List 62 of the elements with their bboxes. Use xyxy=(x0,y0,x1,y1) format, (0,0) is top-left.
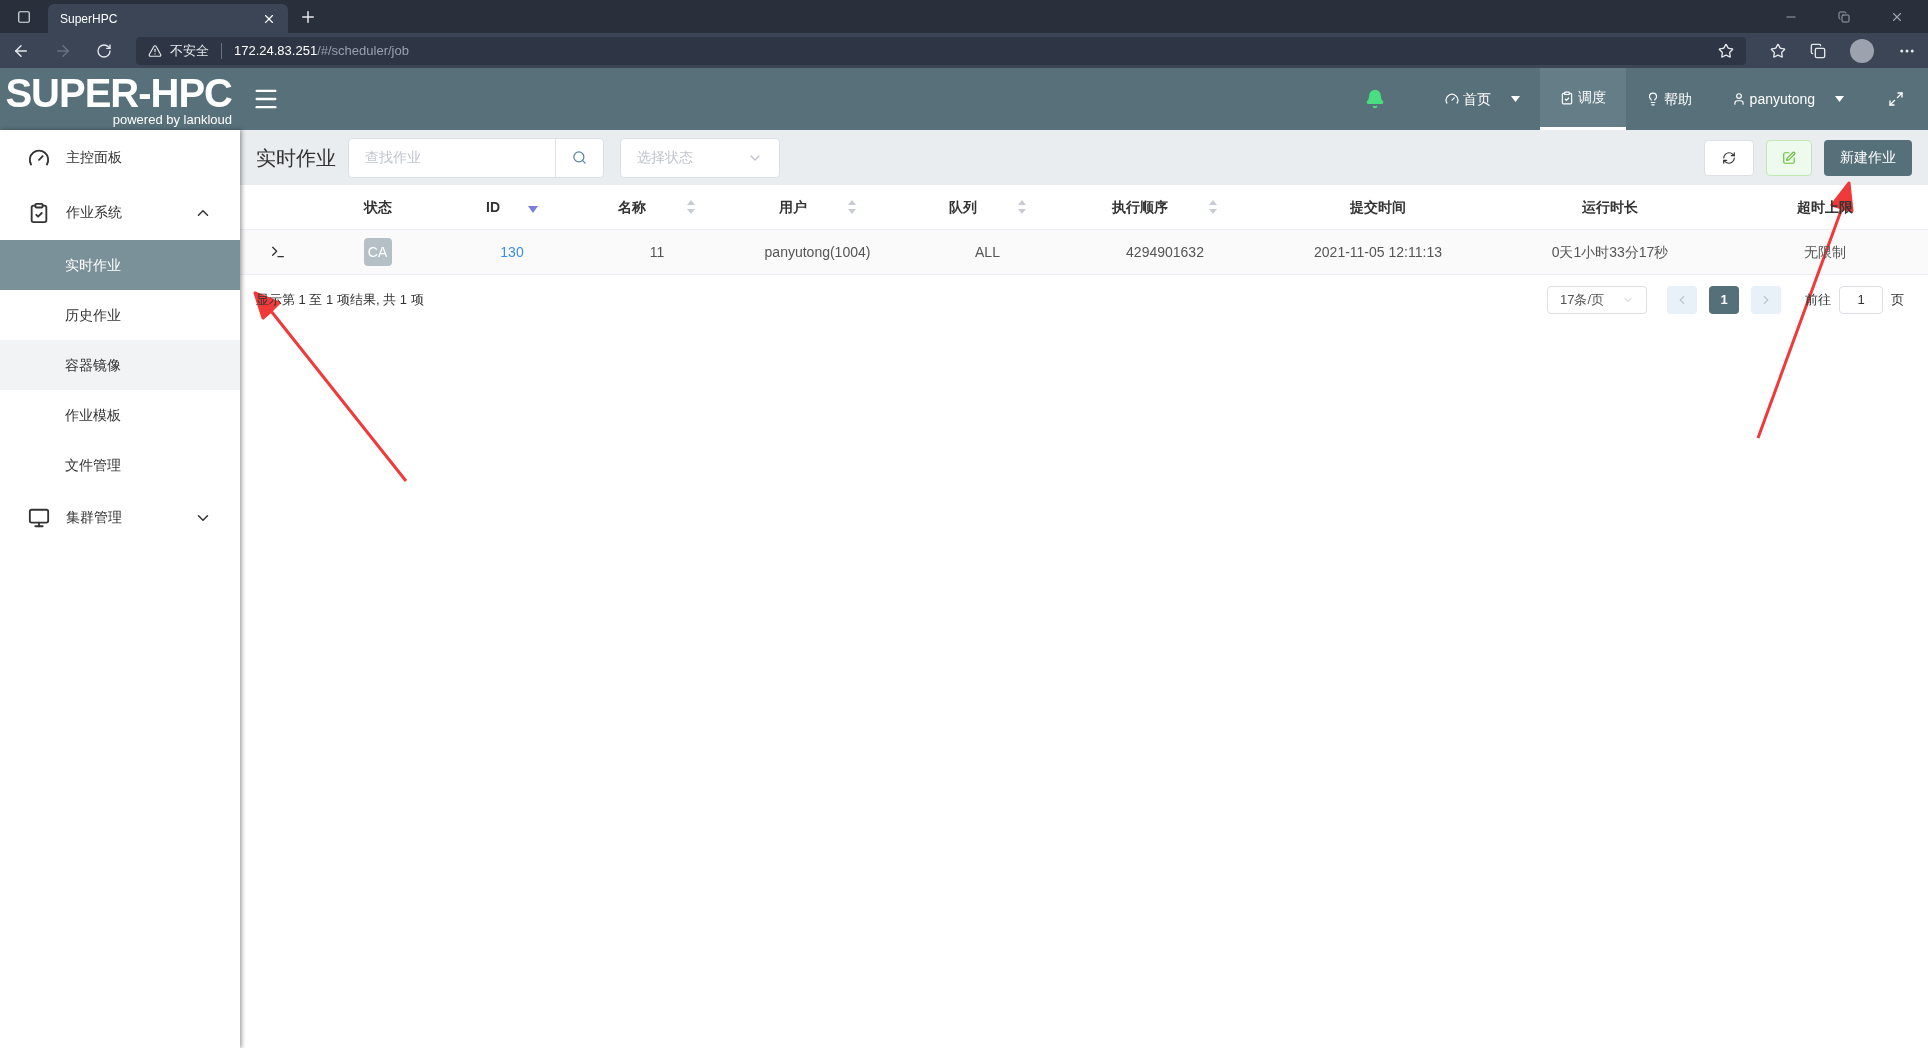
page-button[interactable]: 1 xyxy=(1709,286,1739,314)
nav-item[interactable]: panyutong xyxy=(1711,68,1864,130)
table-cell-text: 11 xyxy=(649,242,665,262)
sidebar-item[interactable]: 集群管理 xyxy=(0,490,240,545)
edit-icon xyxy=(1782,150,1796,165)
nav-item[interactable]: 调度 xyxy=(1539,68,1626,130)
security-label: 不安全 xyxy=(170,41,209,60)
nav-item[interactable]: 帮助 xyxy=(1625,68,1712,130)
refresh-icon xyxy=(1722,150,1736,165)
logo-subtitle: powered by lankloud xyxy=(112,112,232,126)
terminal-icon[interactable] xyxy=(269,244,286,260)
table-cell-text: 4294901632 xyxy=(1126,242,1204,262)
cluster-icon xyxy=(28,506,50,529)
table-cell-text: ALL xyxy=(975,242,1000,262)
column-header: 名称 xyxy=(618,197,646,217)
column-header: 运行时长 xyxy=(1582,197,1638,217)
collections-icon[interactable] xyxy=(1810,42,1826,59)
caret-icon[interactable] xyxy=(1510,96,1520,102)
page-title: 实时作业 xyxy=(256,145,336,171)
tab-title: SuperHPC xyxy=(60,10,119,28)
bell-icon[interactable] xyxy=(1364,89,1385,109)
column-header: 状态 xyxy=(363,197,392,217)
column-header: 提交时间 xyxy=(1350,197,1406,217)
restore-icon[interactable] xyxy=(1838,10,1850,23)
page-size-select[interactable]: 17条/页 xyxy=(1547,286,1647,314)
user-nav-icon xyxy=(1731,92,1746,106)
sidebar-subitem[interactable]: 历史作业 xyxy=(0,290,240,340)
page-input[interactable]: 1 xyxy=(1839,286,1883,314)
caret-icon[interactable] xyxy=(1835,96,1844,102)
sidebar-subitem[interactable]: 容器镜像 xyxy=(0,340,240,390)
nav-item[interactable]: 首页 xyxy=(1424,68,1540,130)
refresh-button[interactable] xyxy=(1704,139,1754,176)
fullscreen-icon[interactable] xyxy=(1888,91,1904,107)
sidebar-item[interactable]: 主控面板 xyxy=(0,130,240,185)
status-badge: CA xyxy=(363,238,392,266)
column-header: ID xyxy=(486,197,500,217)
column-header: 超时上限 xyxy=(1797,197,1853,217)
home-nav-icon xyxy=(1444,92,1459,106)
tab-actions-icon[interactable] xyxy=(17,9,31,24)
sidebar-subitem[interactable]: 作业模板 xyxy=(0,390,240,440)
logo-title: SUPER-HPC xyxy=(5,72,232,113)
new-job-button[interactable]: 新建作业 xyxy=(1824,139,1912,176)
table-cell-text: panyutong(1004) xyxy=(764,242,871,262)
schedule-nav-icon xyxy=(1559,90,1574,105)
sidebar-subitem[interactable]: 文件管理 xyxy=(0,440,240,490)
reload-icon[interactable] xyxy=(96,42,112,59)
browser-tab[interactable]: SuperHPC xyxy=(48,4,288,33)
sidebar-item[interactable]: 作业系统 xyxy=(0,185,240,240)
column-header: 队列 xyxy=(948,197,977,217)
url-text: 172.24.83.251/#/scheduler/job xyxy=(234,41,409,60)
jobs-icon xyxy=(28,201,50,224)
profile-avatar[interactable] xyxy=(1850,38,1874,63)
page-unit: 页 xyxy=(1891,291,1904,310)
warning-icon xyxy=(148,43,162,58)
favorites-icon[interactable] xyxy=(1770,42,1786,59)
table-cell-text: 0天1小时33分17秒 xyxy=(1551,242,1669,262)
column-header: 用户 xyxy=(778,197,807,217)
favorite-add-icon[interactable] xyxy=(1718,42,1734,59)
search-icon[interactable] xyxy=(572,150,587,165)
address-bar[interactable]: 不安全 172.24.83.251/#/scheduler/job xyxy=(136,36,1746,65)
column-header: 执行顺序 xyxy=(1112,197,1168,217)
table-cell-text: 2021-11-05 12:11:13 xyxy=(1314,242,1442,262)
